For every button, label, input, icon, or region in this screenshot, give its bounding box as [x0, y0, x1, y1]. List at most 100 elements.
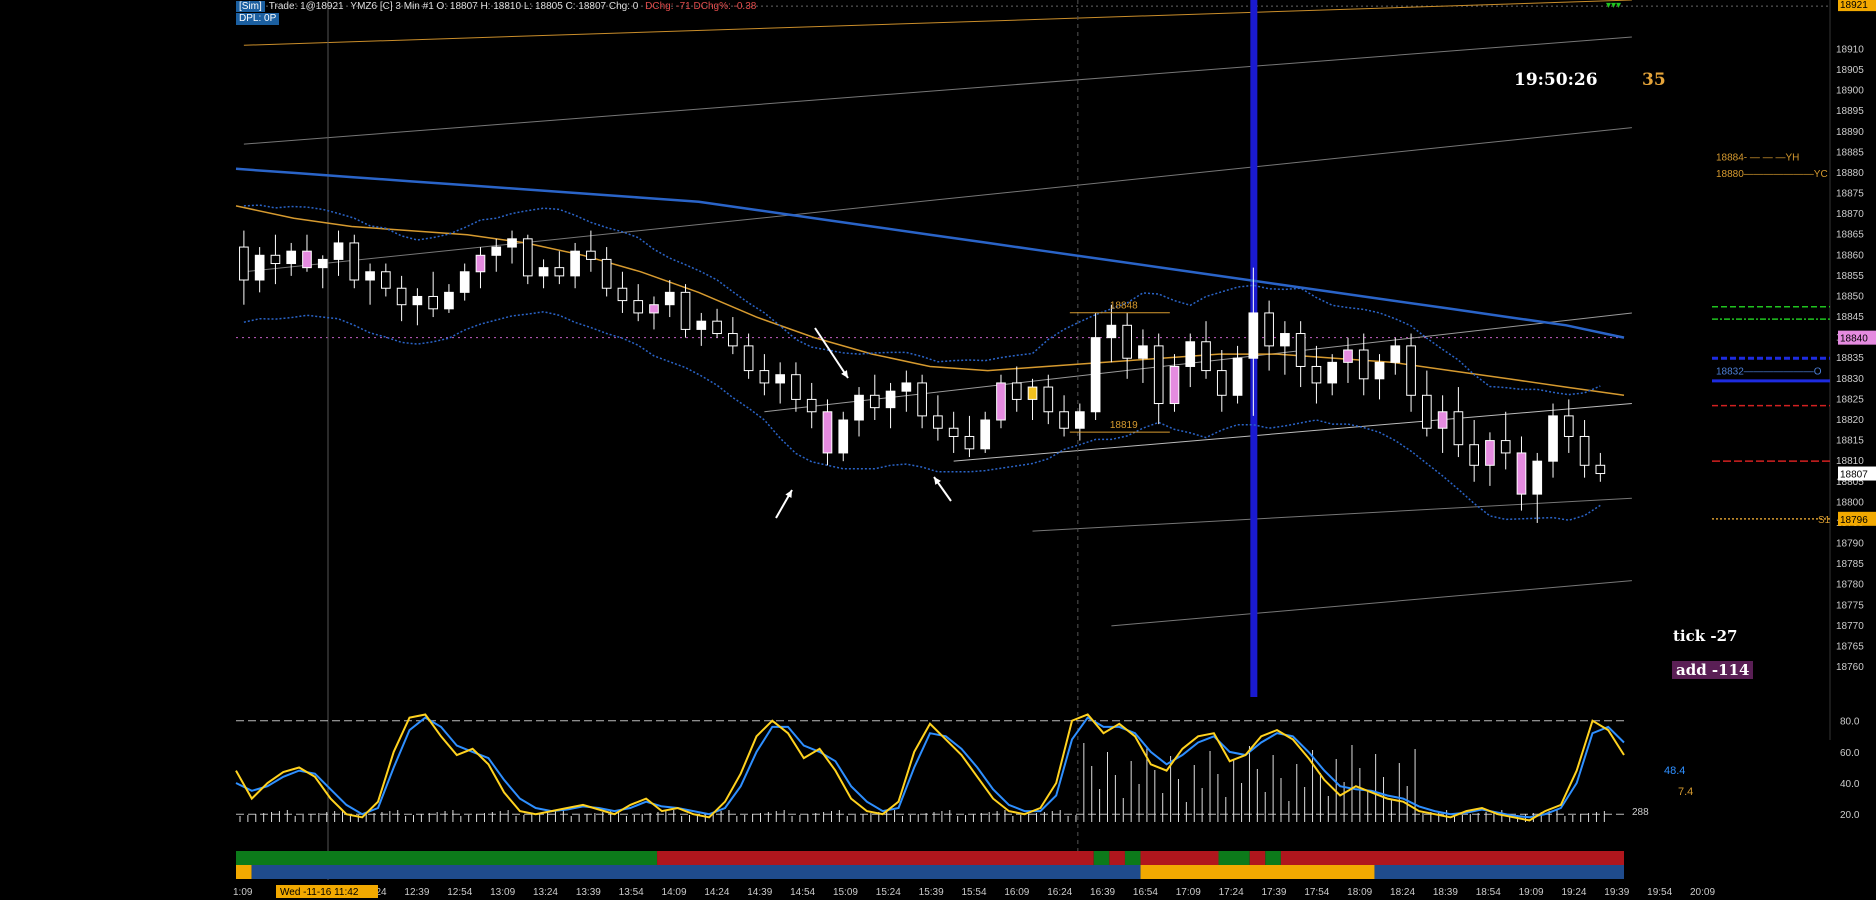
candle-body: [838, 419, 849, 454]
channel-line: [953, 403, 1632, 462]
candle-body: [586, 250, 596, 260]
stoch-tick-label: 80.0: [1840, 717, 1860, 728]
price-chart[interactable]: 18910 18905 18900 18895 18890 18885 18880 18875…: [0, 0, 1876, 900]
candle-body: [743, 345, 754, 372]
candle: [507, 230, 517, 264]
price-annotation: 18819: [1110, 420, 1138, 431]
trend-strip-top: [1265, 851, 1281, 865]
price-tick-label: 18900: [1836, 86, 1864, 97]
price-tick-label: 18810: [1836, 456, 1864, 467]
time-tick-label: 13:54: [619, 887, 644, 898]
candle-body: [1153, 345, 1164, 405]
candle-body: [885, 390, 896, 409]
candle-body: [633, 300, 644, 314]
candle-body: [1437, 411, 1448, 429]
time-tick-label: 16:24: [1047, 887, 1072, 898]
candle-body: [964, 435, 975, 450]
candle: [1311, 345, 1322, 404]
candle-body: [459, 271, 470, 293]
candle: [491, 238, 502, 272]
candle: [980, 411, 991, 453]
candle-body: [948, 427, 959, 437]
candle: [869, 374, 880, 420]
time-tick-label: 13:09: [490, 887, 515, 898]
time-tick-label: 17:09: [1176, 887, 1201, 898]
candle: [428, 271, 438, 318]
time-tick-label: 18:09: [1347, 887, 1372, 898]
candle-body: [1106, 324, 1117, 339]
trend-strip-top: [657, 851, 1094, 865]
candle: [475, 247, 486, 289]
candle-body: [649, 304, 659, 314]
candle: [1548, 403, 1558, 478]
price-tick-label: 18905: [1836, 65, 1864, 76]
candle: [633, 284, 644, 322]
price-tick-label: 18855: [1836, 271, 1864, 282]
candle: [917, 374, 927, 429]
time-tick-label: 15:24: [876, 887, 901, 898]
tick-readout: tick -27: [1673, 627, 1738, 645]
candle-body: [1532, 460, 1543, 495]
candle-body: [349, 242, 360, 281]
candle: [854, 387, 864, 437]
candle-body: [475, 254, 486, 273]
candle-body: [1280, 333, 1290, 347]
time-tick-label: 16:54: [1133, 887, 1158, 898]
candle: [239, 230, 249, 305]
candle-body: [1579, 435, 1590, 466]
time-tick-label: 16:39: [1090, 887, 1115, 898]
trend-strip-top: [1280, 851, 1624, 865]
candle: [302, 234, 312, 272]
candle: [791, 362, 801, 412]
price-tag-label: 18840: [1840, 334, 1868, 345]
price-tick-label: 18785: [1836, 559, 1864, 570]
candle-body: [1563, 415, 1574, 437]
time-tick-label: 12:54: [447, 887, 472, 898]
candle: [1122, 312, 1132, 379]
trend-strip-top: [1140, 851, 1219, 865]
price-tick-label: 18760: [1836, 662, 1864, 673]
trend-strip-top: [1249, 851, 1266, 865]
instrument-ohlc: YMZ6 [C] 3 Min #1 O: 18807 H: 18810 L: 1…: [350, 1, 639, 12]
candle: [459, 263, 470, 301]
candle: [743, 333, 754, 379]
candle-body: [980, 419, 991, 450]
candle: [1027, 378, 1038, 420]
candle: [254, 247, 265, 293]
candle-body: [1295, 333, 1306, 367]
price-tick-label: 18910: [1836, 44, 1864, 55]
candle-body: [1374, 361, 1385, 380]
level-label: 18880———————YC: [1716, 169, 1828, 180]
price-tick-label: 18775: [1836, 600, 1864, 611]
candle: [1043, 374, 1054, 425]
candle-body: [254, 254, 265, 281]
candle-body: [1011, 382, 1022, 400]
candle-body: [664, 291, 675, 306]
candle-body: [601, 258, 612, 289]
candle: [822, 399, 833, 466]
candle: [1264, 300, 1274, 371]
price-tick-label: 18830: [1836, 374, 1864, 385]
time-tick-label: 19:39: [1604, 887, 1629, 898]
price-annotation: 18848: [1110, 301, 1138, 312]
candle: [1280, 321, 1290, 375]
candle: [1138, 329, 1148, 383]
candle-body: [1422, 394, 1432, 429]
channel-line: [243, 36, 1632, 145]
candle: [349, 234, 360, 289]
level-label: 18884- — — —YH: [1716, 152, 1799, 163]
candle-body: [1327, 361, 1338, 384]
candle: [286, 242, 297, 276]
trend-strip-top: [1093, 851, 1110, 865]
candle-body: [522, 238, 533, 277]
candle: [317, 255, 328, 289]
price-tick-label: 18885: [1836, 147, 1864, 158]
candle: [1090, 312, 1101, 420]
candle: [270, 234, 281, 285]
candle-body: [759, 370, 770, 384]
candle-body: [1264, 312, 1274, 347]
price-tick-label: 18820: [1836, 415, 1864, 426]
candle-body: [1122, 324, 1132, 359]
time-tick-label: 19:09: [1519, 887, 1544, 898]
price-tag-label: 18807: [1840, 470, 1868, 481]
